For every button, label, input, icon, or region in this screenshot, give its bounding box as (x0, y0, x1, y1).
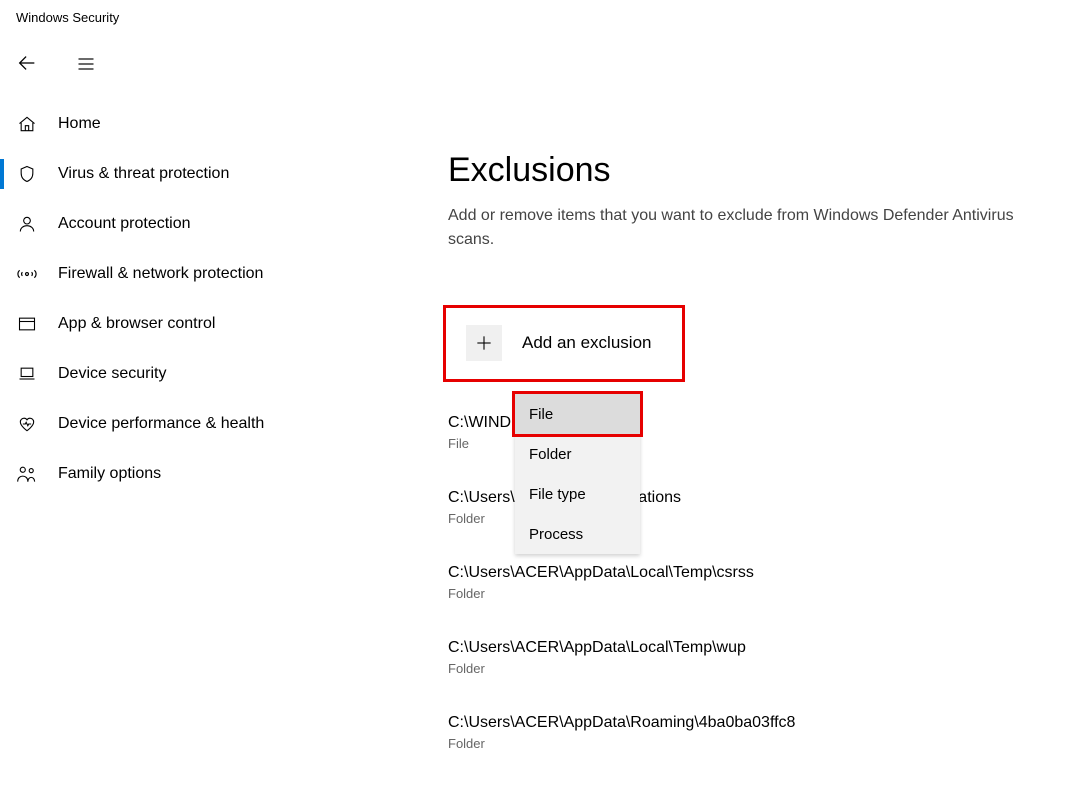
window-title: Windows Security (0, 0, 1069, 25)
dropdown-item-process[interactable]: Process (515, 514, 640, 554)
arrow-left-icon (16, 52, 38, 74)
add-exclusion-label: Add an exclusion (522, 333, 651, 353)
dropdown-item-filetype[interactable]: File type (515, 474, 640, 514)
exclusion-type: Folder (448, 736, 1051, 751)
window-icon (14, 311, 40, 337)
content-pane: Exclusions Add or remove items that you … (338, 89, 1069, 789)
sidebar-item-label: Virus & threat protection (58, 165, 229, 183)
dropdown-item-file[interactable]: File (515, 394, 640, 434)
heart-icon (14, 411, 40, 437)
back-button[interactable] (16, 43, 56, 83)
sidebar-item-label: Account protection (58, 215, 191, 233)
exclusion-item[interactable]: C:\Users\ACER\AppData\Roaming\4ba0ba03ff… (448, 714, 1051, 751)
hamburger-icon (76, 54, 96, 74)
sidebar-item-label: Firewall & network protection (58, 265, 263, 283)
family-icon (14, 461, 40, 487)
sidebar-item-home[interactable]: Home (0, 99, 338, 149)
sidebar-item-label: Home (58, 115, 101, 133)
sidebar-item-performance[interactable]: Device performance & health (0, 399, 338, 449)
plus-icon (466, 325, 502, 361)
sidebar-item-virus[interactable]: Virus & threat protection (0, 149, 338, 199)
exclusion-path: C:\Users\ACER\AppData\Local\Temp\csrss (448, 564, 1051, 582)
signal-icon (14, 261, 40, 287)
sidebar-item-app-browser[interactable]: App & browser control (0, 299, 338, 349)
person-icon (14, 211, 40, 237)
sidebar-item-account[interactable]: Account protection (0, 199, 338, 249)
sidebar-item-label: Device security (58, 365, 166, 383)
sidebar-item-device-security[interactable]: Device security (0, 349, 338, 399)
sidebar: Home Virus & threat protection Account p… (0, 89, 338, 789)
add-exclusion-button[interactable]: Add an exclusion (448, 308, 680, 378)
exclusion-path: C:\Users\ACER\AppData\Roaming\4ba0ba03ff… (448, 714, 1051, 732)
page-title: Exclusions (448, 151, 1051, 190)
sidebar-item-firewall[interactable]: Firewall & network protection (0, 249, 338, 299)
exclusion-type: Folder (448, 661, 1051, 676)
shield-icon (14, 161, 40, 187)
sidebar-item-label: Device performance & health (58, 415, 264, 433)
dropdown-item-folder[interactable]: Folder (515, 434, 640, 474)
hamburger-button[interactable] (76, 44, 116, 84)
exclusion-type: Folder (448, 586, 1051, 601)
exclusion-type-dropdown: File Folder File type Process (515, 394, 640, 554)
sidebar-item-label: App & browser control (58, 315, 215, 333)
page-subtitle: Add or remove items that you want to exc… (448, 204, 1048, 252)
laptop-icon (14, 361, 40, 387)
exclusion-item[interactable]: C:\Users\ACER\AppData\Local\Temp\wup Fol… (448, 639, 1051, 676)
sidebar-item-family[interactable]: Family options (0, 449, 338, 499)
sidebar-item-label: Family options (58, 465, 161, 483)
exclusion-item[interactable]: C:\Users\ACER\AppData\Local\Temp\csrss F… (448, 564, 1051, 601)
exclusion-path: C:\Users\ACER\AppData\Local\Temp\wup (448, 639, 1051, 657)
home-icon (14, 111, 40, 137)
